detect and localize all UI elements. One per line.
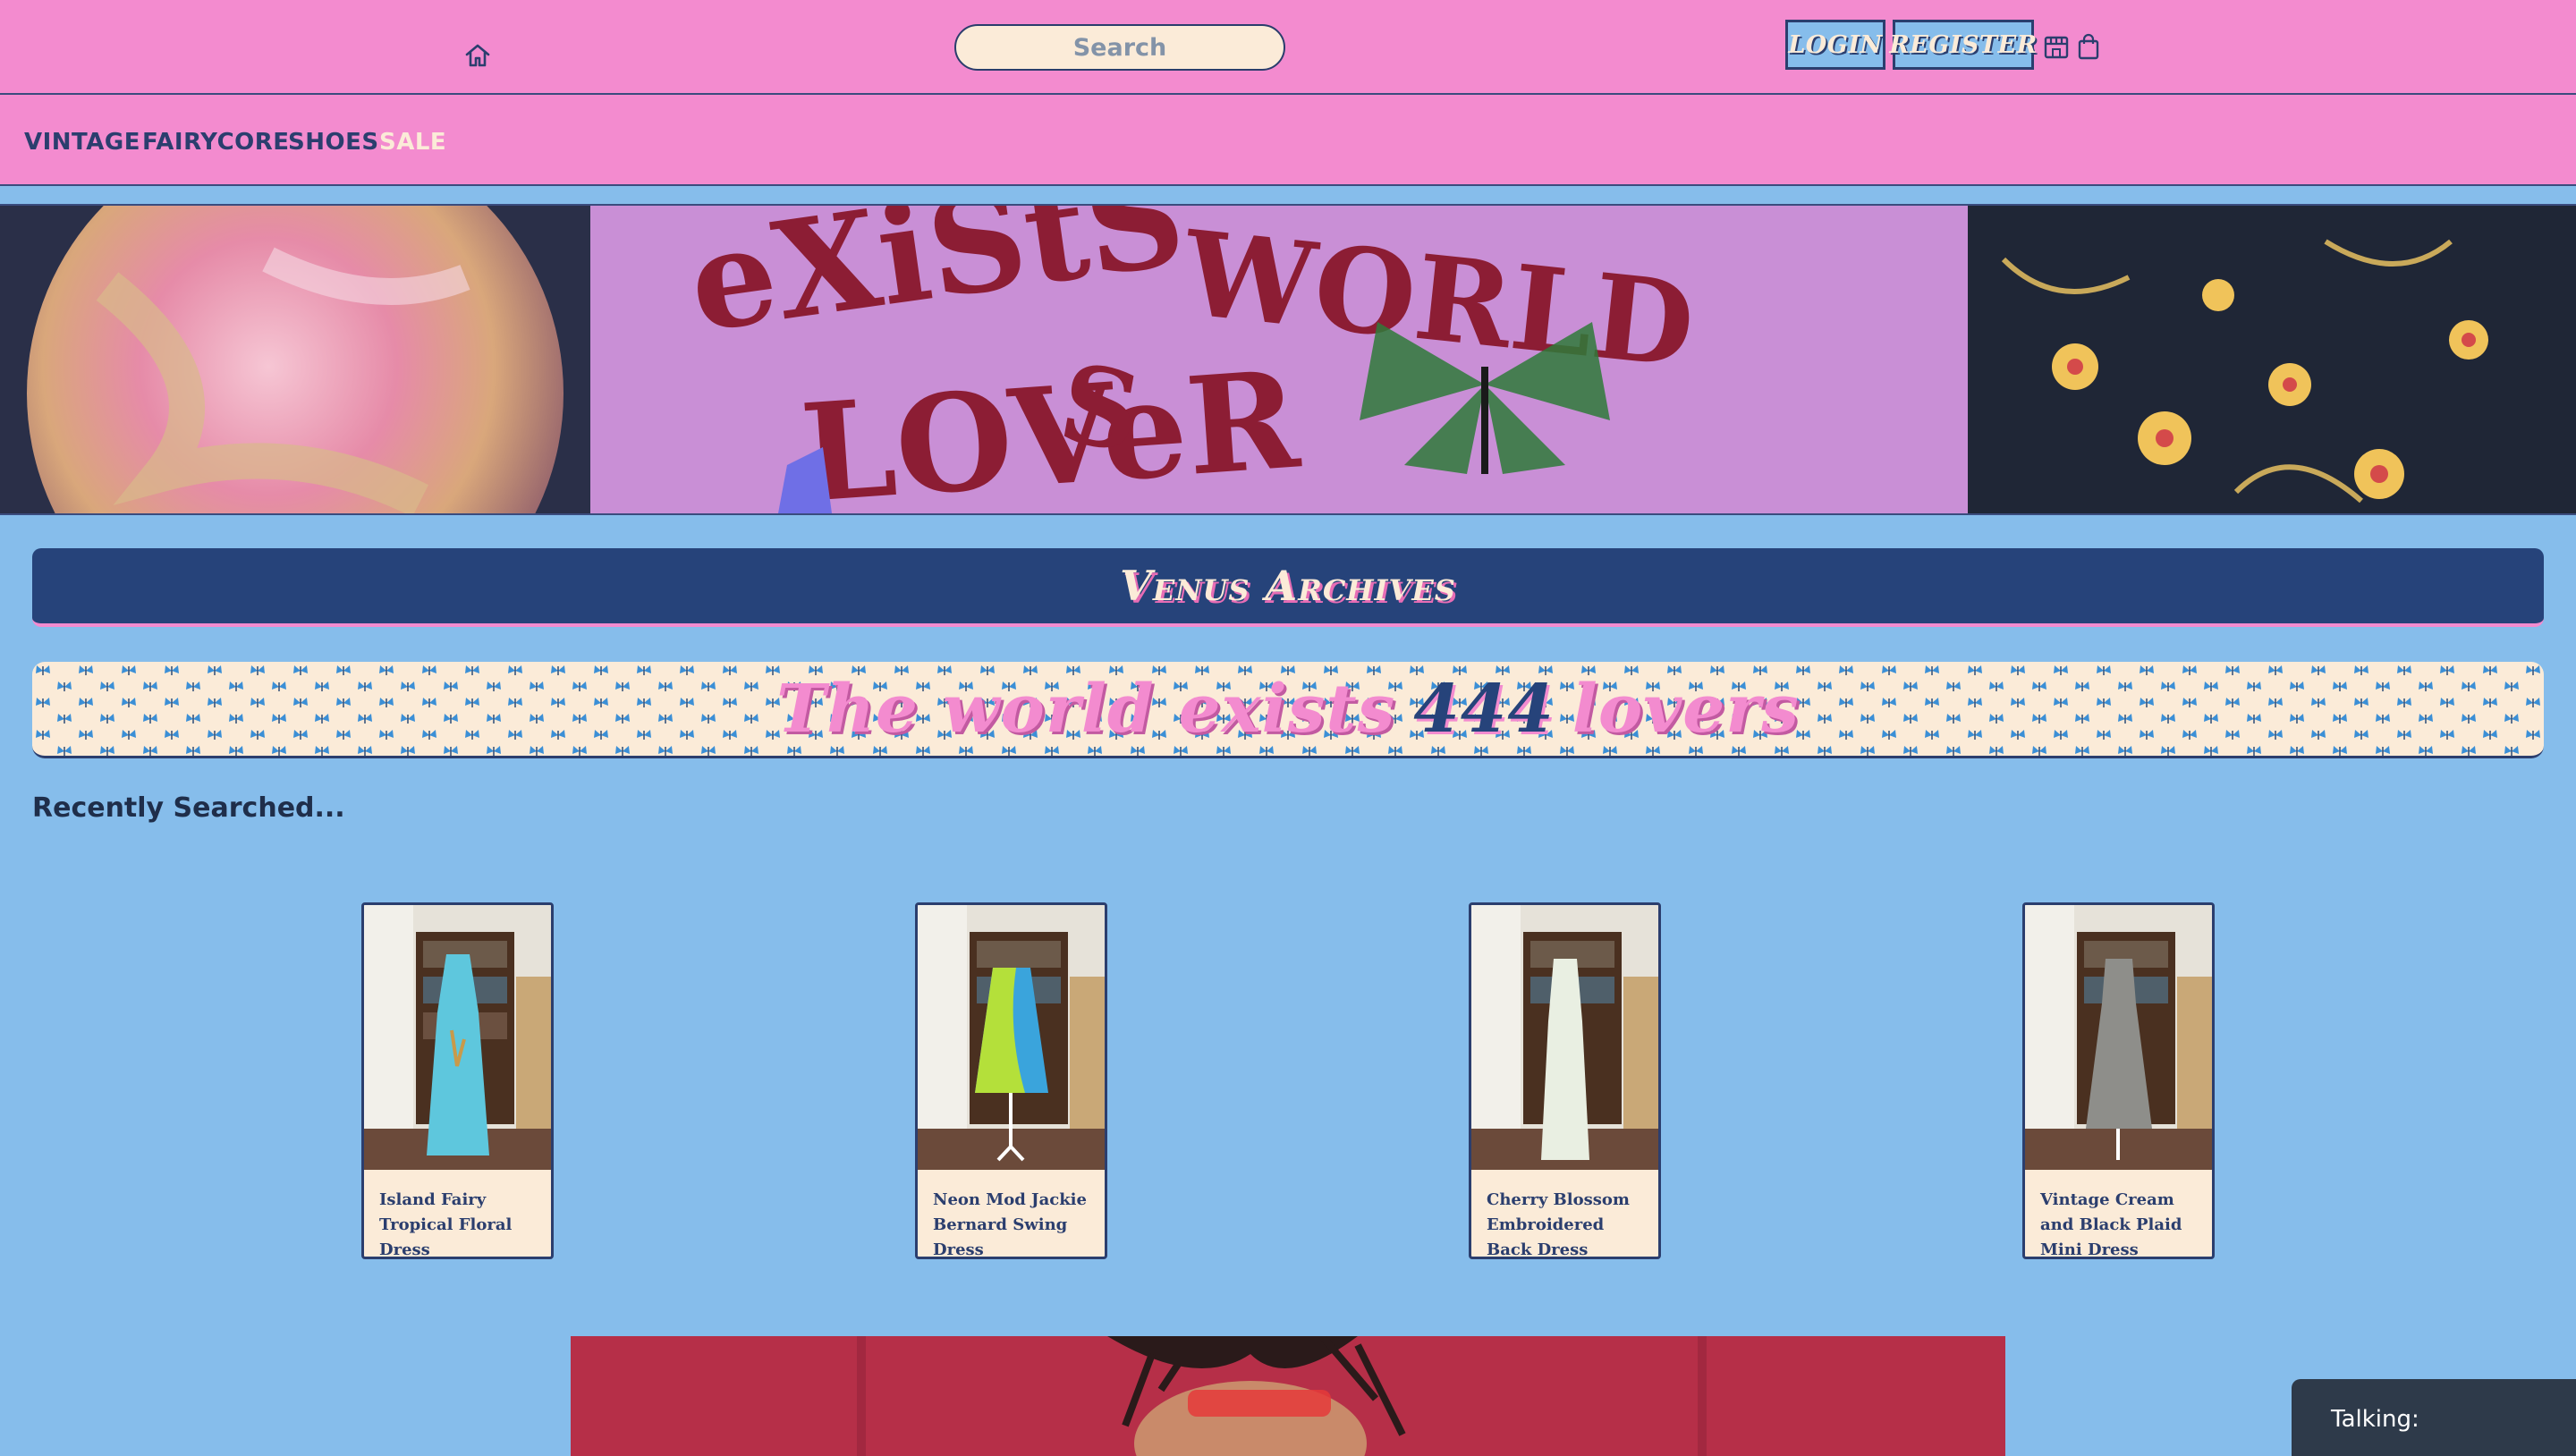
chat-widget[interactable]: Talking: (2292, 1379, 2576, 1456)
product-title: Cherry Blossom Embroidered Back Dress (1487, 1190, 1630, 1259)
marquee-text-part2: lovers (1572, 670, 1800, 748)
nav-item-fairycore[interactable]: FAIRYCORE (142, 129, 290, 156)
store-title-bar: Venus Archives (32, 548, 2544, 627)
register-button[interactable]: REGISTER (1889, 20, 2037, 70)
nav-item-vintage[interactable]: VINTAGE (24, 129, 140, 156)
butterfly-marquee: The world exists 444 lovers (32, 662, 2544, 758)
lovers-count: 444 (1413, 670, 1555, 748)
store-icon[interactable] (2043, 32, 2070, 61)
home-icon[interactable] (463, 41, 492, 70)
search-input[interactable] (954, 24, 1285, 71)
login-button[interactable]: LOGIN (1785, 20, 1885, 70)
category-nav: VINTAGE FAIRYCORE SHOES SALE (0, 95, 2576, 186)
product-card[interactable]: Neon Mod Jackie Bernard Swing Dress (915, 902, 1107, 1259)
chat-label: Talking: (2331, 1406, 2419, 1433)
nav-item-shoes[interactable]: SHOES (288, 129, 379, 156)
shopping-bag-icon[interactable] (2075, 32, 2102, 61)
product-image (1471, 905, 1658, 1170)
product-title: Island Fairy Tropical Floral Dress (379, 1190, 513, 1259)
product-card[interactable]: Vintage Cream and Black Plaid Mini Dress (2022, 902, 2215, 1259)
marquee-text: The world exists 444 lovers (32, 662, 2544, 756)
product-image (918, 905, 1105, 1170)
product-title: Vintage Cream and Black Plaid Mini Dress (2040, 1190, 2182, 1259)
product-image (364, 905, 551, 1170)
page-title: Venus Archives (1120, 562, 1456, 610)
hero-banner-image: eXiStS WORLD LOVeR S (0, 204, 2576, 515)
nav-item-sale[interactable]: SALE (379, 129, 446, 156)
promo-image (571, 1336, 2005, 1456)
product-card[interactable]: Island Fairy Tropical Floral Dress (361, 902, 554, 1259)
product-card[interactable]: Cherry Blossom Embroidered Back Dress (1469, 902, 1661, 1259)
product-title: Neon Mod Jackie Bernard Swing Dress (933, 1190, 1087, 1259)
top-header: LOGIN REGISTER (0, 0, 2576, 95)
product-image (2025, 905, 2212, 1170)
recently-searched-heading: Recently Searched... (32, 792, 345, 824)
marquee-text-part1: The world exists (776, 670, 1396, 748)
